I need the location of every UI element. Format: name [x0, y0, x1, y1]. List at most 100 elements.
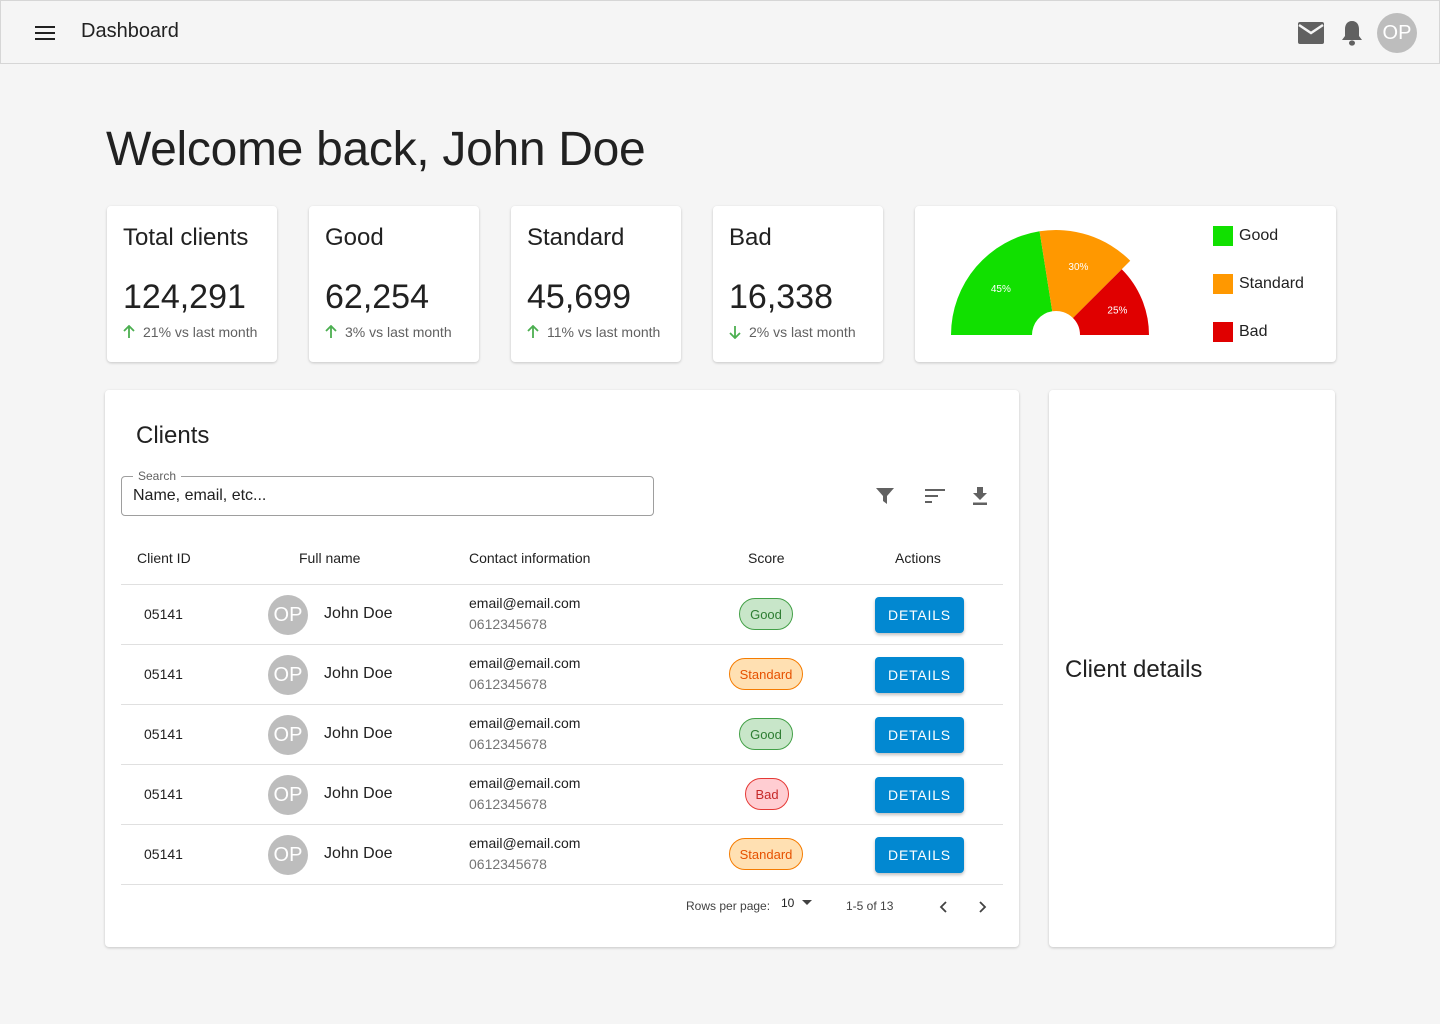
- gauge-label-good: 45%: [991, 284, 1011, 295]
- details-button[interactable]: DETAILS: [875, 777, 964, 813]
- legend-swatch: [1213, 322, 1233, 342]
- previous-page-button[interactable]: [931, 895, 955, 919]
- client-id: 05141: [144, 726, 183, 742]
- arrow-down-icon: [729, 326, 741, 339]
- arrow-up-icon: [527, 325, 539, 338]
- arrow-up-icon: [325, 325, 337, 338]
- stat-trend-text: 11% vs last month: [547, 324, 661, 340]
- score-badge: Good: [739, 598, 793, 630]
- details-button[interactable]: DETAILS: [875, 657, 964, 693]
- client-name: John Doe: [324, 845, 393, 862]
- stat-trend-text: 21% vs last month: [143, 324, 258, 340]
- filter-icon: [876, 488, 894, 504]
- client-phone: 0612345678: [469, 736, 547, 752]
- search-field: Search: [121, 469, 654, 516]
- client-name: John Doe: [324, 785, 393, 802]
- client-id: 05141: [144, 786, 183, 802]
- welcome-heading: Welcome back, John Doe: [106, 123, 646, 176]
- details-button[interactable]: DETAILS: [875, 717, 964, 753]
- stat-title: Good: [325, 224, 384, 251]
- menu-button[interactable]: [25, 17, 65, 49]
- user-avatar[interactable]: OP: [1377, 13, 1417, 53]
- avatar: OP: [268, 715, 308, 755]
- legend-label: Standard: [1239, 275, 1304, 292]
- stat-trend: 2% vs last month: [729, 324, 856, 340]
- column-header-score[interactable]: Score: [748, 550, 785, 566]
- stat-value: 124,291: [123, 278, 246, 316]
- score-badge: Bad: [745, 778, 789, 810]
- stat-trend: 21% vs last month: [123, 324, 257, 340]
- stat-value: 16,338: [729, 278, 833, 316]
- filter-button[interactable]: [873, 484, 897, 508]
- client-details-title: Client details: [1065, 656, 1203, 683]
- download-icon: [973, 487, 987, 505]
- stat-trend-text: 3% vs last month: [345, 324, 452, 340]
- table-row: 05141 OP John Doe email@email.com 061234…: [121, 765, 1003, 825]
- chevron-left-icon: [939, 901, 947, 913]
- mail-button[interactable]: [1295, 17, 1327, 49]
- table-row: 05141 OP John Doe email@email.com 061234…: [121, 585, 1003, 645]
- table-row: 05141 OP John Doe email@email.com 061234…: [121, 645, 1003, 705]
- legend-swatch: [1213, 226, 1233, 246]
- legend-item-standard: Standard: [1213, 274, 1304, 294]
- client-email: email@email.com: [469, 595, 581, 611]
- mail-icon: [1298, 22, 1324, 44]
- client-name: John Doe: [324, 725, 393, 742]
- table-row: 05141 OP John Doe email@email.com 061234…: [121, 825, 1003, 885]
- sort-icon: [925, 489, 945, 503]
- stat-value: 62,254: [325, 278, 429, 316]
- column-header-client-id[interactable]: Client ID: [137, 550, 191, 566]
- legend-label: Good: [1239, 227, 1279, 244]
- details-button[interactable]: DETAILS: [875, 597, 964, 633]
- stat-trend: 3% vs last month: [325, 324, 452, 340]
- client-email: email@email.com: [469, 715, 581, 731]
- search-input[interactable]: [133, 485, 633, 507]
- menu-icon: [35, 26, 55, 40]
- client-name: John Doe: [324, 665, 393, 682]
- search-label: Search: [133, 469, 182, 483]
- stat-card-good: Good 62,254 3% vs last month: [309, 206, 479, 362]
- score-badge: Standard: [729, 838, 803, 870]
- column-header-full-name[interactable]: Full name: [299, 550, 360, 566]
- gauge-label-bad: 25%: [1107, 306, 1127, 317]
- client-phone: 0612345678: [469, 796, 547, 812]
- client-name: John Doe: [324, 605, 393, 622]
- score-badge: Good: [739, 718, 793, 750]
- column-header-contact[interactable]: Contact information: [469, 550, 590, 566]
- caret-down-icon: [802, 900, 813, 905]
- download-button[interactable]: [968, 484, 992, 508]
- stat-trend-text: 2% vs last month: [749, 324, 856, 340]
- stat-card-bad: Bad 16,338 2% vs last month: [713, 206, 883, 362]
- next-page-button[interactable]: [971, 895, 995, 919]
- score-chart-card: 45% 30% 25% Good Standard Bad: [915, 206, 1336, 362]
- bell-icon: [1342, 21, 1362, 46]
- score-badge: Standard: [729, 658, 803, 690]
- arrow-up-icon: [123, 325, 135, 338]
- client-details-panel: Client details: [1049, 390, 1335, 947]
- client-phone: 0612345678: [469, 856, 547, 872]
- clients-panel: Clients Search Client ID Full name Conta…: [105, 390, 1019, 947]
- legend-item-bad: Bad: [1213, 322, 1267, 342]
- client-id: 05141: [144, 606, 183, 622]
- stat-title: Bad: [729, 224, 772, 251]
- client-email: email@email.com: [469, 775, 581, 791]
- details-button[interactable]: DETAILS: [875, 837, 964, 873]
- sort-button[interactable]: [923, 484, 947, 508]
- client-id: 05141: [144, 666, 183, 682]
- legend-item-good: Good: [1213, 226, 1278, 246]
- table-row: 05141 OP John Doe email@email.com 061234…: [121, 705, 1003, 765]
- client-phone: 0612345678: [469, 676, 547, 692]
- rows-per-page-select[interactable]: 10: [781, 896, 813, 910]
- pagination-range: 1-5 of 13: [846, 899, 894, 913]
- stat-title: Standard: [527, 224, 625, 251]
- client-email: email@email.com: [469, 655, 581, 671]
- stat-card-standard: Standard 45,699 11% vs last month: [511, 206, 681, 362]
- notifications-button[interactable]: [1336, 17, 1368, 49]
- avatar: OP: [268, 775, 308, 815]
- app-bar: Dashboard OP: [0, 0, 1440, 64]
- chevron-right-icon: [979, 901, 987, 913]
- avatar: OP: [268, 595, 308, 635]
- clients-title: Clients: [136, 422, 210, 449]
- stat-card-total: Total clients 124,291 21% vs last month: [107, 206, 277, 362]
- client-phone: 0612345678: [469, 616, 547, 632]
